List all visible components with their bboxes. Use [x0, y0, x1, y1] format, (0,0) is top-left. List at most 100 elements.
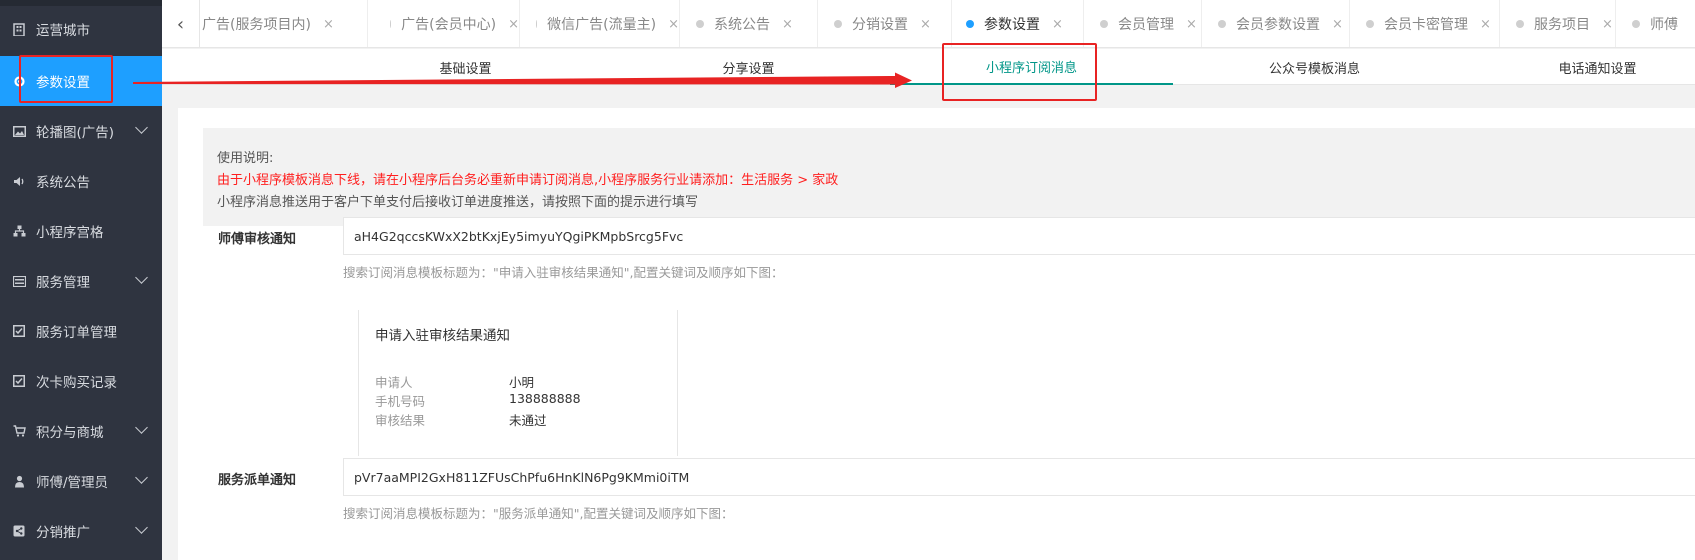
dispatch-notify-label: 服务派单通知: [218, 473, 297, 488]
tab-label: 系统公告: [714, 17, 770, 33]
sidebar-item-label: 轮播图(广告): [36, 125, 115, 141]
close-icon[interactable]: ×: [668, 17, 679, 32]
tab-dot: [834, 20, 842, 28]
sidebar-item-service[interactable]: 服务管理: [0, 256, 162, 306]
tab-service-items[interactable]: 服务项目 ×: [1500, 0, 1616, 47]
sidebar-item-card-records[interactable]: 次卡购买记录: [0, 356, 162, 406]
close-icon[interactable]: ×: [1602, 17, 1613, 32]
template-value: 小明: [509, 375, 535, 390]
sidebar-item-staff[interactable]: 师傅/管理员: [0, 456, 162, 506]
subtab-basic[interactable]: 基础设置: [324, 49, 607, 85]
chevron-down-icon: [135, 421, 148, 434]
sidebar-item-label: 系统公告: [36, 175, 90, 191]
tab-label: 参数设置: [984, 17, 1040, 33]
building-icon: [12, 22, 26, 36]
audit-notify-hint: 搜索订阅消息模板标题为："申请入驻审核结果通知",配置关键词及顺序如下图：: [343, 265, 784, 280]
close-icon[interactable]: ×: [1052, 17, 1063, 32]
audit-notify-label: 师傅审核通知: [218, 232, 297, 247]
tab-dot: [1218, 20, 1226, 28]
annotation-box-sidebar: [19, 55, 113, 103]
tab-label: 广告(会员中心): [401, 17, 497, 33]
subtab-label: 公众号模板消息: [1268, 61, 1360, 77]
chevron-down-icon: [135, 121, 148, 134]
tab-label: 师傅: [1650, 17, 1678, 33]
tab-dot: [1366, 20, 1374, 28]
sidebar-item-points-mall[interactable]: 积分与商城: [0, 406, 162, 456]
template-key: 审核结果: [375, 413, 426, 428]
tab-announcement[interactable]: 系统公告 ×: [680, 0, 818, 47]
sidebar-item-label: 次卡购买记录: [36, 375, 117, 391]
sidebar-item-label: 服务订单管理: [36, 325, 117, 341]
tab-params[interactable]: 参数设置 ×: [952, 0, 1084, 47]
dispatch-notify-hint: 搜索订阅消息模板标题为："服务派单通知",配置关键词及顺序如下图：: [343, 506, 734, 521]
template-row: 审核结果 未通过: [375, 410, 675, 429]
tab-distribution-settings[interactable]: 分销设置 ×: [818, 0, 952, 47]
template-example-card: 申请入驻审核结果通知 申请人 小明 手机号码 138888888 审核结果 未通…: [358, 310, 678, 456]
list-icon: [12, 274, 26, 288]
tab-staff[interactable]: 师傅: [1616, 0, 1695, 47]
tab-dot: [1100, 20, 1108, 28]
cart-icon: [12, 424, 26, 438]
subtab-official-account-template[interactable]: 公众号模板消息: [1173, 49, 1456, 85]
tab-label: 分销设置: [852, 17, 908, 33]
notice-description: 小程序消息推送用于客户下单支付后接收订单进度推送，请按照下面的提示进行填写: [217, 195, 699, 210]
check-square-icon: [12, 374, 26, 388]
template-value: 138888888: [509, 391, 581, 406]
subtab-label: 电话通知设置: [1558, 61, 1637, 77]
sidebar-item-cities[interactable]: 运营城市: [0, 6, 162, 52]
tabs-prev-button[interactable]: ‹: [162, 0, 200, 47]
tab-label: 会员管理: [1118, 17, 1174, 33]
tab-member-params[interactable]: 会员参数设置 ×: [1202, 0, 1350, 47]
sidebar-item-announcement[interactable]: 系统公告: [0, 156, 162, 206]
settings-subtabs: 基础设置 分享设置 小程序订阅消息 公众号模板消息 电话通知设置: [162, 49, 1695, 85]
tab-dot: [536, 20, 538, 28]
tab-card-codes[interactable]: 会员卡密管理 ×: [1350, 0, 1500, 47]
template-value: 未通过: [509, 413, 547, 428]
close-icon[interactable]: ×: [782, 17, 793, 32]
tab-dot: [696, 20, 704, 28]
tab-dot: [390, 20, 392, 28]
audit-notify-input[interactable]: aH4G2qccsKWxX2btKxjEy5imyuYQgiPKMpbSrcg5…: [343, 217, 1695, 255]
sidebar-item-distribution[interactable]: 分销推广: [0, 506, 162, 556]
user-icon: [12, 474, 26, 488]
tab-label: 广告(服务项目内): [202, 17, 311, 33]
tab-ad-service[interactable]: 广告(服务项目内) ×: [200, 0, 368, 47]
subtab-label: 分享设置: [722, 61, 775, 77]
close-icon[interactable]: ×: [1480, 17, 1491, 32]
sidebar-item-label: 运营城市: [36, 23, 90, 39]
speaker-icon: [12, 174, 26, 188]
notice-warning: 由于小程序模板消息下线，请在小程序后台务必重新申请订阅消息,小程序服务行业请添加…: [217, 173, 839, 188]
close-icon[interactable]: ×: [920, 17, 931, 32]
dispatch-notify-input[interactable]: pVr7aaMPI2GxH811ZFUsChPfu6HnKlN6Pg9KMmi0…: [343, 458, 1695, 496]
tab-label: 微信广告(流量主): [547, 17, 657, 33]
sidebar-item-label: 分销推广: [36, 525, 90, 541]
sidebar-item-banner[interactable]: 轮播图(广告): [0, 106, 162, 156]
template-key: 手机号码: [375, 394, 426, 409]
sidebar-item-orders[interactable]: 服务订单管理: [0, 306, 162, 356]
chevron-left-icon: ‹: [176, 13, 185, 35]
notice-title: 使用说明:: [217, 151, 274, 166]
tab-members[interactable]: 会员管理 ×: [1084, 0, 1202, 47]
subtab-phone-notify[interactable]: 电话通知设置: [1456, 49, 1695, 85]
tab-label: 会员卡密管理: [1384, 17, 1468, 33]
template-row: 手机号码 138888888: [375, 391, 675, 410]
tab-dot: [1516, 20, 1524, 28]
close-icon[interactable]: ×: [508, 17, 519, 32]
settings-panel: 使用说明: 由于小程序模板消息下线，请在小程序后台务必重新申请订阅消息,小程序服…: [178, 108, 1695, 560]
close-icon[interactable]: ×: [1332, 17, 1343, 32]
close-icon[interactable]: ×: [1186, 17, 1197, 32]
subtab-share[interactable]: 分享设置: [607, 49, 890, 85]
template-key: 申请人: [375, 375, 413, 390]
tab-label: 服务项目: [1534, 17, 1590, 33]
tab-ad-member[interactable]: 广告(会员中心) ×: [368, 0, 520, 47]
check-square-icon: [12, 324, 26, 338]
sidebar-item-grid[interactable]: 小程序宫格: [0, 206, 162, 256]
chevron-down-icon: [135, 521, 148, 534]
template-title: 申请入驻审核结果通知: [375, 328, 510, 344]
tab-wechat-ad[interactable]: 微信广告(流量主) ×: [520, 0, 680, 47]
chevron-down-icon: [135, 471, 148, 484]
share-icon: [12, 524, 26, 538]
close-icon[interactable]: ×: [323, 17, 334, 32]
sitemap-icon: [12, 224, 26, 238]
sidebar-item-label: 积分与商城: [36, 425, 104, 441]
